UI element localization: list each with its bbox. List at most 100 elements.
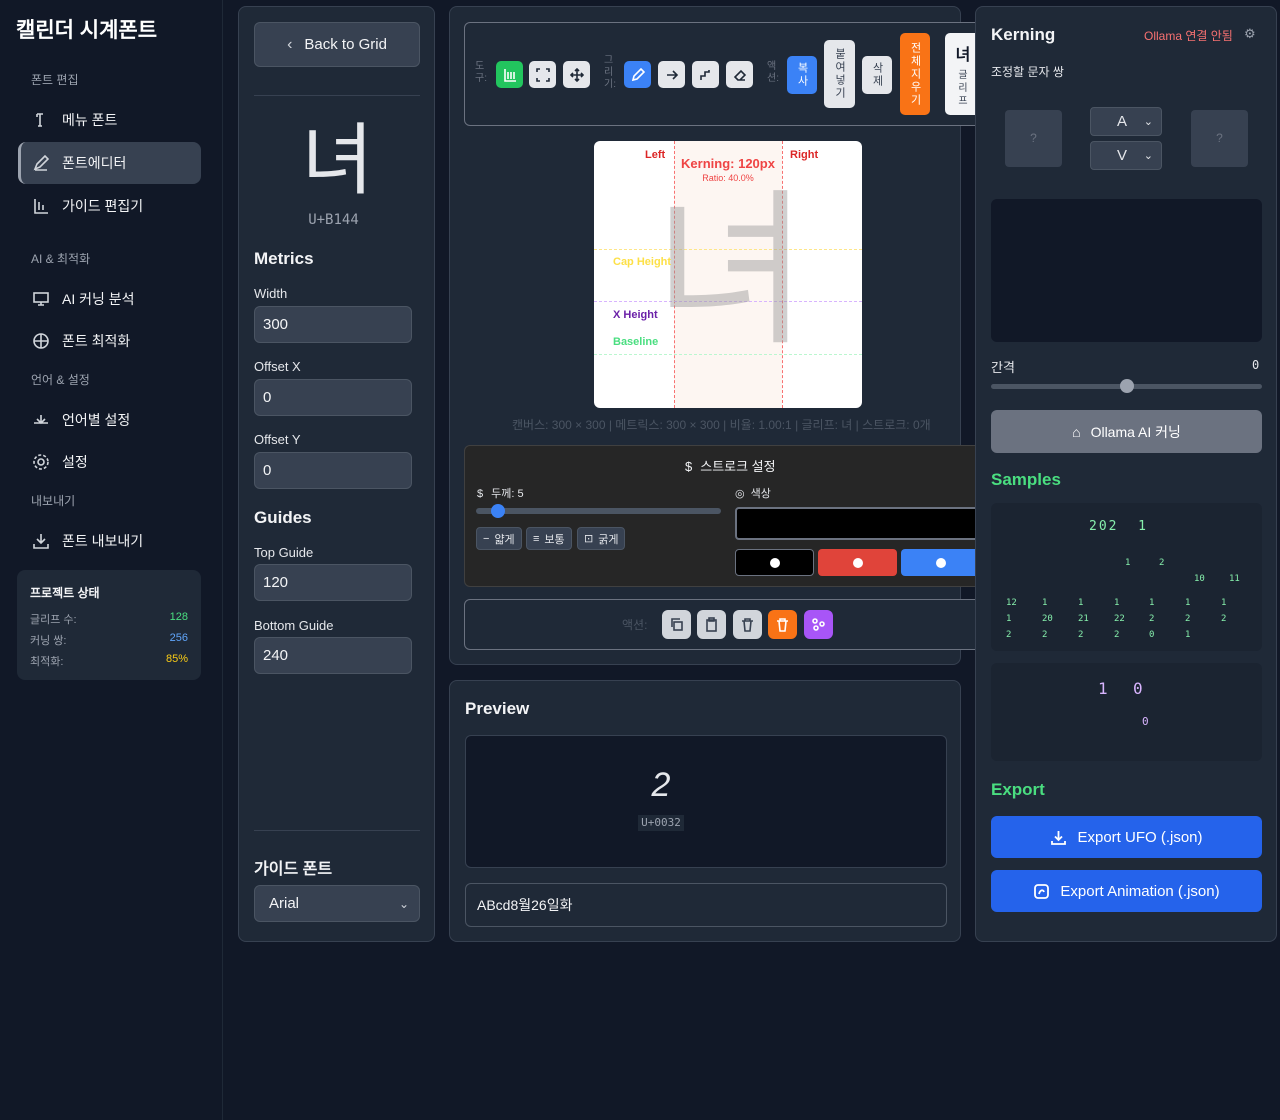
line-tool-button[interactable] [658,61,685,88]
left-char-preview: ? [1005,110,1062,167]
preview-char: 2 [651,766,671,804]
char-a-select[interactable]: A ⌄ [1090,107,1162,136]
nodes-icon [812,618,825,631]
offset-y-input[interactable]: 0 [254,452,412,489]
thickness-slider[interactable] [476,504,721,518]
section-label-language: 언어 & 설정 [31,373,90,387]
sample-cell: 22 [1114,614,1125,624]
eraser-tool-button[interactable] [726,61,753,88]
swatch-dot [769,557,780,568]
sample-cell: 2 [1221,614,1227,624]
divider [254,95,420,96]
char-b-select[interactable]: V ⌄ [1090,141,1162,170]
sidebar-item-font-optimize[interactable]: 폰트 최적화 [18,320,201,362]
offset-x-input[interactable]: 0 [254,379,412,416]
pencil-icon [631,67,645,81]
glyph-canvas[interactable]: 녀 Left Right Kerning: 120px Ratio: 40.0%… [594,141,862,408]
top-guide-input[interactable]: 120 [254,564,412,601]
ollama-status: Ollama 연결 안됨 [1144,29,1233,43]
kerning-preview-area [991,199,1262,342]
export-ufo-label: Export UFO (.json) [1077,828,1203,846]
sample-cell: 11 [1229,574,1240,584]
thick-label: 굵게 [598,533,619,546]
glyph-preview-sub: 글리프 [958,70,968,107]
back-to-grid-button[interactable]: ‹ Back to Grid [254,22,420,67]
chevron-down-icon: ⌄ [1143,116,1153,128]
download-icon [33,534,49,549]
gear-icon[interactable]: ⚙ [1244,26,1256,42]
trash-button[interactable] [733,610,762,639]
sidebar-item-language-settings[interactable]: 언어별 설정 [18,399,201,441]
kerning-panel: Kerning Ollama 연결 안됨 ⚙ 조정할 문자 쌍 ? A ⌄ V ⌄ … [975,6,1277,942]
back-label: Back to Grid [304,36,387,53]
delete-all-button[interactable] [768,610,797,639]
curve-tool-button[interactable] [692,61,719,88]
sidebar-item-label: 언어별 설정 [62,412,131,428]
sample-line-1: 202 1 [1089,519,1148,534]
grid-icon [503,68,516,82]
normal-button[interactable]: ≡ 보통 [526,527,572,550]
export-ufo-button[interactable]: Export UFO (.json) [991,816,1262,858]
grid-tool-button[interactable] [496,61,523,88]
language-icon [34,415,48,425]
ai-action-button[interactable] [804,610,833,639]
sidebar-item-settings[interactable]: 설정 [18,441,201,483]
clear-all-button[interactable]: 전체지우기 [900,33,930,115]
sidebar-item-ai-kerning[interactable]: AI 커닝 분석 [18,278,201,320]
sidebar-item-menu-font[interactable]: 메뉴 폰트 [18,99,201,141]
sidebar-item-font-export[interactable]: 폰트 내보내기 [18,520,201,562]
sidebar-item-guide-editor[interactable]: 가이드 편집기 [18,185,201,227]
app-title: 캘린더 시계폰트 [16,19,158,42]
sample-cell: 1 [1185,598,1191,608]
clipboard-button[interactable] [697,610,726,639]
pen-tool-button[interactable] [624,61,651,88]
bottom-guide-input[interactable]: 240 [254,637,412,674]
fit-tool-button[interactable] [529,61,556,88]
action-bar-label: 액션: [622,618,648,632]
status-row: 커닝 쌍: 256 [30,632,188,653]
duplicate-button[interactable] [662,610,691,639]
ratio-readout: Ratio: 40.0% [702,173,754,183]
megaphone-icon: ⌂ [1072,423,1081,440]
move-tool-button[interactable] [563,61,590,88]
color-swatch-red[interactable] [818,549,897,576]
thick-button[interactable]: ⊡ 굵게 [577,527,626,550]
copy-button[interactable]: 복사 [787,56,817,94]
action-bar [464,599,994,650]
sample-cell: 21 [1078,614,1089,624]
color-label: 색상 [750,488,771,500]
spacing-slider-thumb[interactable] [1119,379,1134,393]
preview-text-input[interactable]: ABcd8월26일화 [465,883,947,927]
sample-cell: 1 [1185,630,1191,640]
stroke-title: 스트로크 설정 [700,459,776,474]
menu-font-icon [36,113,43,127]
ollama-ai-kerning-button[interactable]: ⌂ Ollama AI 커닝 [991,410,1262,453]
chevron-down-icon: ⌄ [1143,150,1153,162]
selected-color-preview[interactable] [735,507,980,540]
guide-font-select[interactable]: Arial ⌄ [254,885,420,922]
status-title: 프로젝트 상태 [30,586,100,600]
crosshair-icon [33,333,49,349]
download-icon [1051,830,1067,845]
thin-button[interactable]: − 얇게 [476,527,522,550]
cap-height-label: Cap Height [613,256,672,268]
paste-button[interactable]: 붙여넣기 [824,40,855,108]
color-row: ◎ 색상 [735,485,771,501]
plus-square-icon: ⊡ [584,533,594,545]
normal-label: 보통 [544,533,565,546]
export-animation-button[interactable]: Export Animation (.json) [991,870,1262,912]
sidebar-item-label: 가이드 편집기 [62,198,144,214]
sample-block-1: 202 1 1 2 10 11 12 1 1 1 1 1 1 1 20 21 22 2 2 2 2 2 2 2 0 1 [991,503,1262,651]
color-swatch-blue[interactable] [901,549,980,576]
color-swatch-black[interactable] [735,549,814,576]
width-input[interactable]: 300 [254,306,412,343]
sample-cell: 10 [1194,574,1205,584]
delete-button[interactable]: 삭제 [862,56,892,94]
thickness-slider-thumb[interactable] [491,504,506,518]
section-label-export: 내보내기 [31,494,76,508]
animation-icon [1034,883,1050,899]
sidebar-item-font-editor[interactable]: 폰트에디터 [18,142,201,184]
sample-cell: 2 [1149,614,1155,624]
spacing-slider[interactable] [991,379,1262,393]
preview-box: 2 U+0032 [465,735,947,868]
